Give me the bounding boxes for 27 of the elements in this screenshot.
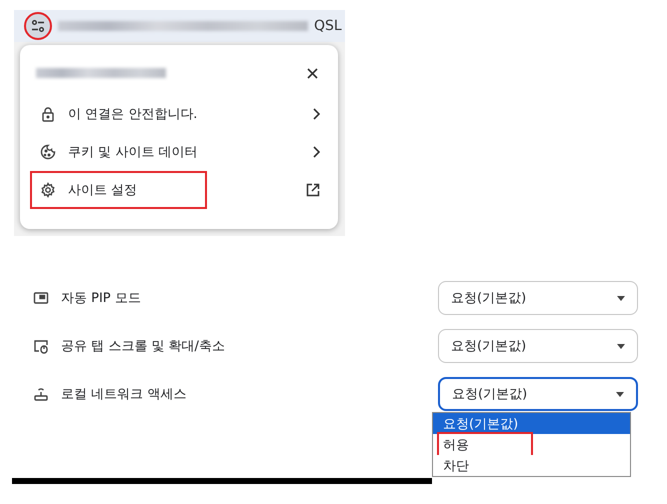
popup-menu-item[interactable]: 이 연결은 안전합니다. [20, 95, 338, 133]
chevron-right-icon [312, 108, 320, 120]
setting-label: 로컬 네트워크 액세스 [61, 386, 188, 403]
popup-menu-item[interactable]: 쿠키 및 사이트 데이터 [20, 133, 338, 171]
caret-icon [617, 344, 625, 348]
mouse-icon [33, 338, 49, 354]
caret-icon [616, 392, 624, 396]
caret-icon [617, 296, 625, 300]
picture-in-picture-icon [33, 290, 49, 306]
chevron-right-icon [312, 146, 320, 158]
permission-select[interactable]: 요청(기본값) [438, 281, 638, 315]
address-bar[interactable]: QSL [14, 10, 345, 42]
permission-select[interactable]: 요청(기본값) [438, 329, 638, 363]
url-text: QSL [314, 18, 342, 34]
site-info-button[interactable] [24, 12, 52, 40]
external-link-icon [306, 183, 320, 197]
settings-icon [40, 182, 56, 198]
setting-label: 공유 탭 스크롤 및 확대/축소 [61, 338, 226, 355]
router-icon [33, 386, 49, 402]
close-icon [306, 68, 318, 78]
permission-select[interactable]: 요청(기본값) [438, 377, 638, 411]
tune-icon [31, 19, 45, 33]
dropdown-option[interactable]: 요청(기본값) [433, 413, 630, 434]
cookie-icon [40, 144, 56, 160]
setting-label: 자동 PIP 모드 [61, 290, 142, 307]
lock-icon [40, 106, 56, 122]
popup-menu-item[interactable]: 사이트 설정 [20, 171, 338, 209]
